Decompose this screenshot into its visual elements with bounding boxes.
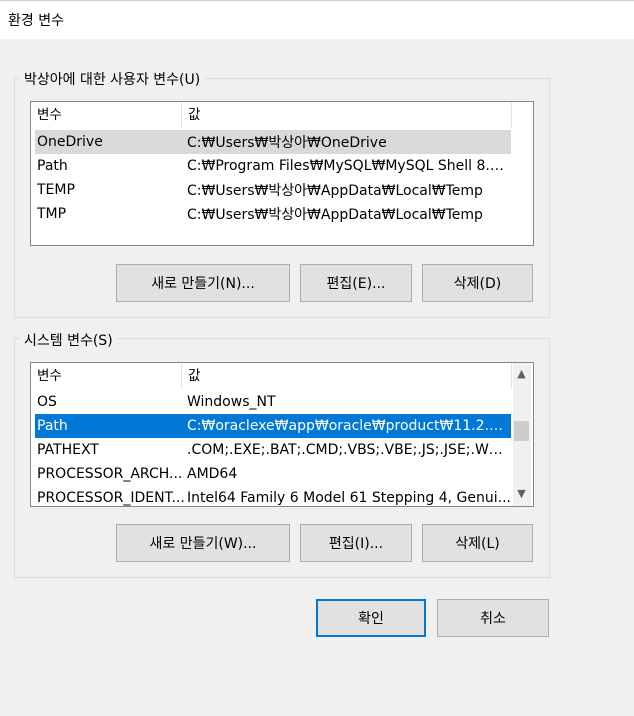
table-row[interactable]: PATHEXT .COM;.EXE;.BAT;.CMD;.VBS;.VBE;.J… xyxy=(35,438,511,462)
variable-name: OneDrive xyxy=(37,134,103,150)
user-variables-list[interactable]: 변수 값 OneDrive C:₩Users₩박상아₩OneDrive Path… xyxy=(30,101,534,246)
variable-value: Windows_NT xyxy=(187,394,276,410)
system-edit-button[interactable]: 편집(I)... xyxy=(300,524,412,562)
table-row[interactable]: Path C:₩Program Files₩MySQL₩MySQL Shell … xyxy=(35,154,511,178)
table-row[interactable]: Path C:₩oraclexe₩app₩oracle₩product₩11.2… xyxy=(35,414,511,438)
column-header-variable[interactable]: 변수 xyxy=(31,102,182,128)
variable-value: C:₩Users₩박상아₩AppData₩Local₩Temp xyxy=(187,207,483,223)
system-variables-scrollbar[interactable]: ▲ ▼ xyxy=(513,363,531,506)
table-row[interactable]: OS Windows_NT xyxy=(35,390,511,414)
table-row[interactable]: TEMP C:₩Users₩박상아₩AppData₩Local₩Temp xyxy=(35,178,511,202)
variable-name: Path xyxy=(37,158,68,174)
scroll-thumb[interactable] xyxy=(514,421,529,441)
variable-name: Path xyxy=(37,418,68,434)
user-new-button[interactable]: 새로 만들기(N)... xyxy=(116,264,290,302)
scroll-down-icon[interactable]: ▼ xyxy=(513,485,530,502)
variable-value: .COM;.EXE;.BAT;.CMD;.VBS;.VBE;.JS;.JSE;.… xyxy=(187,442,511,458)
variable-value: C:₩Users₩박상아₩OneDrive xyxy=(187,135,387,151)
cancel-button[interactable]: 취소 xyxy=(437,599,549,637)
variable-name: OS xyxy=(37,394,57,410)
variable-name: TEMP xyxy=(37,182,75,198)
ok-button[interactable]: 확인 xyxy=(316,599,426,637)
variable-name: PATHEXT xyxy=(37,442,99,458)
user-variables-label: 박상아에 대한 사용자 변수(U) xyxy=(20,69,205,89)
variable-value: C:₩Users₩박상아₩AppData₩Local₩Temp xyxy=(187,183,483,199)
column-header-value[interactable]: 값 xyxy=(182,363,512,389)
variable-name: PROCESSOR_ARCH... xyxy=(37,466,183,482)
table-row[interactable]: PROCESSOR_ARCH... AMD64 xyxy=(35,462,511,486)
window-title: 환경 변수 xyxy=(8,13,64,29)
system-delete-button[interactable]: 삭제(L) xyxy=(422,524,533,562)
table-row[interactable]: OneDrive C:₩Users₩박상아₩OneDrive xyxy=(35,130,511,154)
variable-value: AMD64 xyxy=(187,466,238,482)
system-variables-label: 시스템 변수(S) xyxy=(20,330,117,350)
system-variables-list[interactable]: 변수 값 OS Windows_NT Path C:₩oraclexe₩app₩… xyxy=(30,362,534,507)
system-variables-header: 변수 값 xyxy=(31,363,512,389)
user-delete-button[interactable]: 삭제(D) xyxy=(422,264,533,302)
variable-name: PROCESSOR_IDENT... xyxy=(37,490,185,506)
variable-value: C:₩oraclexe₩app₩oracle₩product₩11.2.0₩se… xyxy=(187,418,511,434)
variable-name: TMP xyxy=(37,206,67,222)
table-row[interactable]: PROCESSOR_IDENT... Intel64 Family 6 Mode… xyxy=(35,486,511,506)
user-variables-header: 변수 값 xyxy=(31,102,512,128)
variable-value: Intel64 Family 6 Model 61 Stepping 4, Ge… xyxy=(187,490,511,506)
scroll-up-icon[interactable]: ▲ xyxy=(513,365,530,382)
column-header-variable[interactable]: 변수 xyxy=(31,363,182,389)
title-bar: 환경 변수 xyxy=(0,0,634,39)
table-row[interactable]: TMP C:₩Users₩박상아₩AppData₩Local₩Temp xyxy=(35,202,511,226)
system-new-button[interactable]: 새로 만들기(W)... xyxy=(116,524,290,562)
variable-value: C:₩Program Files₩MySQL₩MySQL Shell 8.0₩.… xyxy=(187,158,511,174)
user-edit-button[interactable]: 편집(E)... xyxy=(300,264,412,302)
column-header-value[interactable]: 값 xyxy=(182,102,512,128)
